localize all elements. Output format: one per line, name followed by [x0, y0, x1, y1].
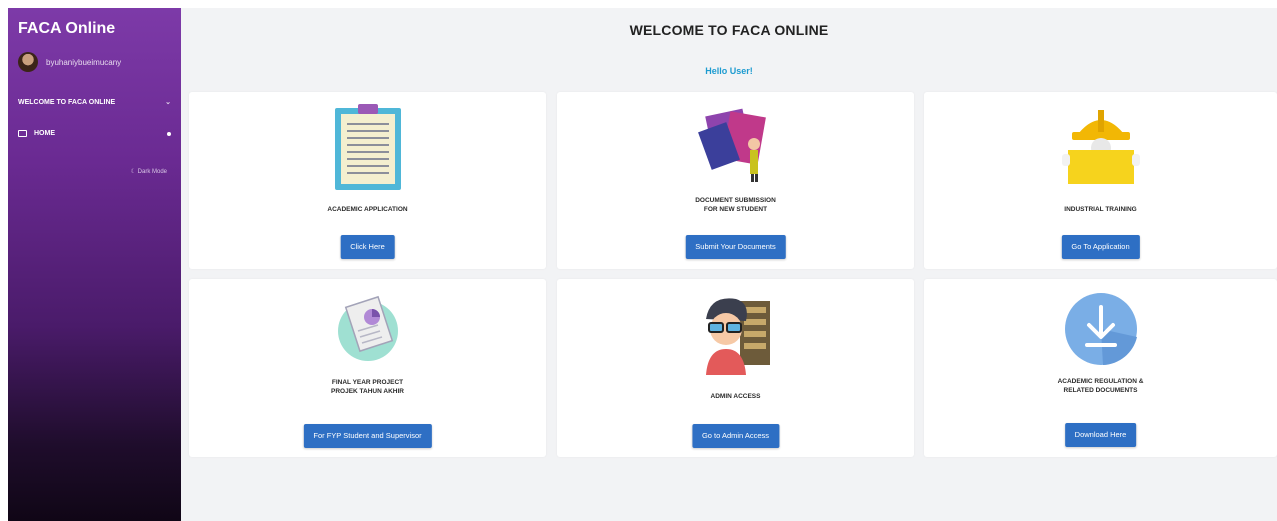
download-icon	[1064, 293, 1137, 365]
card-document-submission: DOCUMENT SUBMISSION FOR NEW STUDENT Submi…	[557, 92, 914, 269]
card-academic-regulation: ACADEMIC REGULATION & RELATED DOCUMENTS D…	[924, 279, 1277, 457]
sidebar-item-label: HOME	[34, 130, 55, 137]
admin-icon	[705, 298, 770, 375]
card-label: ADMIN ACCESS	[710, 393, 761, 400]
sidebar-item-welcome[interactable]: WELCOME TO FACA ONLINE ⌄	[18, 98, 171, 107]
avatar	[18, 52, 38, 72]
home-icon	[18, 130, 27, 137]
user-profile[interactable]: byuhaniybueimucany	[18, 52, 121, 72]
sidebar-item-home[interactable]: HOME	[18, 130, 171, 137]
card-final-year-project: FINAL YEAR PROJECT PROJEK TAHUN AKHIR For…	[189, 279, 546, 457]
card-label: ACADEMIC APPLICATION	[327, 206, 408, 213]
dark-mode-toggle[interactable]: ☾ Dark Mode	[131, 168, 167, 175]
card-label: INDUSTRIAL TRAINING	[1064, 206, 1137, 213]
chevron-down-icon: ⌄	[165, 99, 171, 106]
main-content: WELCOME TO FACA ONLINE Hello User! ACADE…	[181, 8, 1277, 521]
sidebar-item-label: WELCOME TO FACA ONLINE	[18, 98, 116, 106]
app-brand[interactable]: FACA Online	[18, 20, 115, 38]
moon-icon: ☾	[130, 169, 136, 175]
greeting-text: Hello User!	[705, 66, 753, 76]
dark-mode-label: Dark Mode	[137, 169, 167, 175]
fyp-student-supervisor-button[interactable]: For FYP Student and Supervisor	[303, 424, 432, 448]
active-dot-icon	[167, 131, 171, 136]
report-icon	[337, 295, 398, 361]
submit-documents-button[interactable]: Submit Your Documents	[685, 235, 786, 259]
documents-icon	[697, 108, 766, 182]
page-title: WELCOME TO FACA ONLINE	[629, 22, 829, 38]
card-label: FINAL YEAR PROJECT PROJEK TAHUN AKHIR	[331, 379, 404, 395]
admin-access-button[interactable]: Go to Admin Access	[691, 424, 780, 448]
card-admin-access: ADMIN ACCESS Go to Admin Access	[557, 279, 914, 457]
card-label: DOCUMENT SUBMISSION FOR NEW STUDENT	[695, 197, 776, 213]
sidebar: FACA Online byuhaniybueimucany WELCOME T…	[8, 8, 181, 521]
card-label: ACADEMIC REGULATION & RELATED DOCUMENTS	[1057, 378, 1144, 394]
click-here-button[interactable]: Click Here	[340, 235, 395, 259]
go-to-application-button[interactable]: Go To Application	[1061, 235, 1140, 259]
username: byuhaniybueimucany	[46, 57, 122, 67]
clipboard-icon	[334, 104, 401, 190]
card-academic-application: ACADEMIC APPLICATION Click Here	[189, 92, 546, 269]
download-here-button[interactable]: Download Here	[1064, 423, 1137, 447]
card-industrial-training: INDUSTRIAL TRAINING Go To Application	[924, 92, 1277, 269]
worker-helmet-icon	[1061, 110, 1140, 184]
